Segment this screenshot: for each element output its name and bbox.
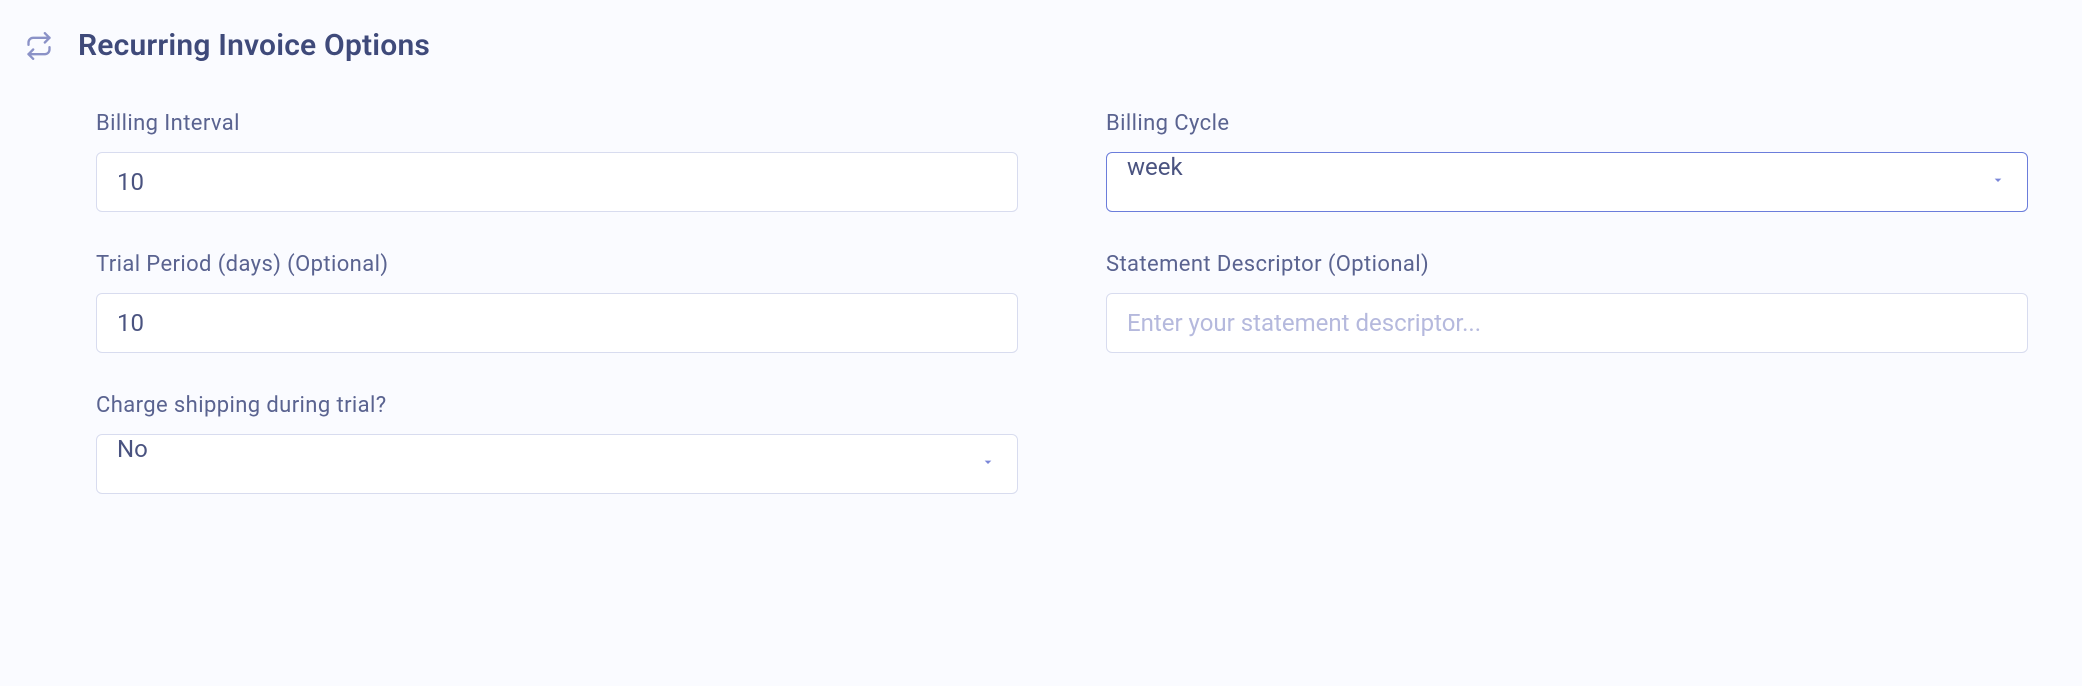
charge-shipping-label: Charge shipping during trial?	[96, 393, 1018, 418]
trial-period-field: Trial Period (days) (Optional)	[96, 252, 1018, 353]
statement-descriptor-field: Statement Descriptor (Optional)	[1106, 252, 2028, 353]
billing-interval-field: Billing Interval	[96, 111, 1018, 212]
trial-period-label: Trial Period (days) (Optional)	[96, 252, 1018, 277]
billing-cycle-select[interactable]: week	[1106, 152, 2028, 212]
charge-shipping-select-wrapper: No	[96, 434, 1018, 494]
statement-descriptor-label: Statement Descriptor (Optional)	[1106, 252, 2028, 277]
billing-cycle-field: Billing Cycle week	[1106, 111, 2028, 212]
billing-cycle-select-wrapper: week	[1106, 152, 2028, 212]
section-title: Recurring Invoice Options	[78, 28, 430, 63]
billing-interval-input[interactable]	[96, 152, 1018, 212]
billing-cycle-label: Billing Cycle	[1106, 111, 2028, 136]
repeat-icon	[24, 31, 54, 61]
charge-shipping-field: Charge shipping during trial? No	[96, 393, 1018, 494]
statement-descriptor-input[interactable]	[1106, 293, 2028, 353]
billing-interval-label: Billing Interval	[96, 111, 1018, 136]
charge-shipping-select[interactable]: No	[96, 434, 1018, 494]
form-grid: Billing Interval Billing Cycle week Tria…	[24, 111, 2058, 494]
section-header: Recurring Invoice Options	[24, 28, 2058, 63]
trial-period-input[interactable]	[96, 293, 1018, 353]
